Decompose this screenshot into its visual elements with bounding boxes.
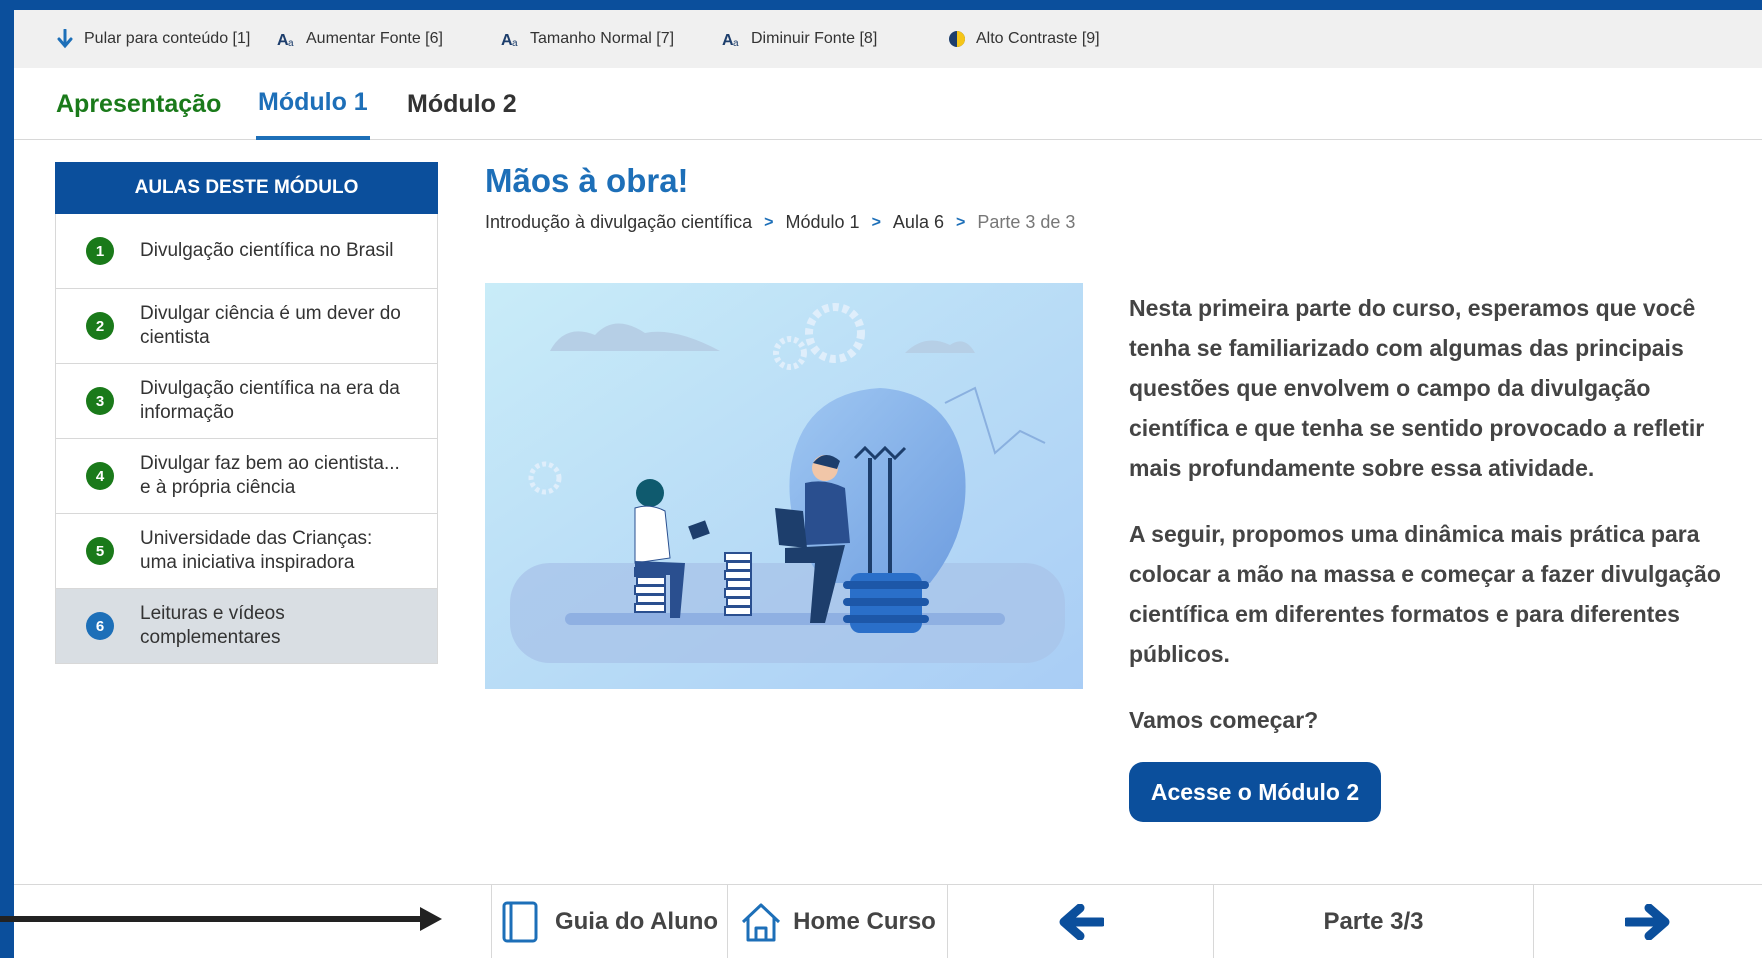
accessibility-bar: Pular para conteúdo [1] Aa Aumentar Font…	[14, 10, 1762, 68]
svg-text:a: a	[288, 38, 294, 48]
svg-text:a: a	[733, 38, 739, 48]
arrow-down-icon	[54, 28, 76, 50]
page-title: Mãos à obra!	[485, 162, 689, 199]
high-contrast-link[interactable]: Alto Contraste [9]	[946, 10, 1100, 68]
lesson-number-badge: 3	[86, 387, 114, 415]
chevron-right-icon: >	[871, 213, 881, 231]
font-normal-icon: Aa	[500, 28, 522, 50]
left-frame-bar	[0, 0, 14, 958]
sidebar-lesson-3[interactable]: 3 Divulgação científica na era da inform…	[55, 364, 438, 439]
breadcrumb-current: Parte 3 de 3	[977, 212, 1076, 232]
body-paragraph-3: Vamos começar?	[1129, 707, 1319, 733]
font-increase-icon: Aa	[276, 28, 298, 50]
lesson-label: Divulgação científica no Brasil	[140, 240, 394, 261]
lesson-number-badge: 2	[86, 312, 114, 340]
lesson-number-badge: 4	[86, 462, 114, 490]
lesson-number-badge: 5	[86, 537, 114, 565]
increase-font-label: Aumentar Fonte [6]	[306, 30, 443, 47]
sidebar-lesson-1[interactable]: 1 Divulgação científica no Brasil	[55, 214, 438, 289]
decrease-font-link[interactable]: Aa Diminuir Fonte [8]	[721, 10, 877, 68]
tab-apresentacao[interactable]: Apresentação	[56, 90, 221, 142]
lesson-number-badge: 1	[86, 237, 114, 265]
sidebar-lesson-4[interactable]: 4 Divulgar faz bem ao cientista... e à p…	[55, 439, 438, 514]
student-guide-button[interactable]: Guia do Aluno	[491, 885, 727, 958]
annotation-arrow-line	[0, 916, 428, 922]
arrow-left-icon	[1058, 904, 1104, 940]
next-page-button[interactable]	[1533, 885, 1762, 958]
tab-modulo-1[interactable]: Módulo 1	[256, 88, 370, 140]
skip-to-content-label: Pular para conteúdo [1]	[84, 30, 251, 47]
body-paragraph-1: Nesta primeira parte do curso, esperamos…	[1129, 295, 1705, 481]
lesson-label: Divulgar ciência é um dever do cientista	[140, 303, 401, 348]
decrease-font-label: Diminuir Fonte [8]	[751, 30, 878, 47]
lesson-label: Universidade das Crianças: uma iniciativ…	[140, 528, 373, 573]
course-home-label: Home Curso	[793, 908, 936, 935]
top-frame-bar	[0, 0, 1762, 10]
book-icon	[501, 900, 539, 944]
page-indicator: Parte 3/3	[1213, 885, 1533, 958]
lesson-label: Divulgação científica na era da informaç…	[140, 378, 400, 423]
lessons-sidebar: AULAS DESTE MÓDULO 1 Divulgação científi…	[55, 162, 438, 664]
lesson-illustration	[485, 283, 1083, 689]
course-home-button[interactable]: Home Curso	[727, 885, 947, 958]
increase-font-link[interactable]: Aa Aumentar Fonte [6]	[276, 10, 443, 68]
breadcrumb-lesson[interactable]: Aula 6	[893, 212, 944, 233]
tab-modulo-2[interactable]: Módulo 2	[407, 90, 517, 142]
breadcrumb-module[interactable]: Módulo 1	[786, 212, 860, 233]
previous-page-button[interactable]	[947, 885, 1213, 958]
lesson-number-badge: 6	[86, 612, 114, 640]
sidebar-lesson-5[interactable]: 5 Universidade das Crianças: uma iniciat…	[55, 514, 438, 589]
arrow-right-icon	[1625, 904, 1671, 940]
module-tabs: Apresentação Módulo 1 Módulo 2	[14, 68, 1762, 140]
font-decrease-icon: Aa	[721, 28, 743, 50]
contrast-icon	[946, 28, 968, 50]
sidebar-lesson-6[interactable]: 6 Leituras e vídeos complementares	[55, 589, 438, 664]
lesson-body: Nesta primeira parte do curso, esperamos…	[1129, 288, 1739, 766]
page-indicator-label: Parte 3/3	[1323, 908, 1424, 935]
svg-text:a: a	[512, 38, 518, 48]
home-icon	[739, 900, 783, 944]
normal-font-link[interactable]: Aa Tamanho Normal [7]	[500, 10, 674, 68]
student-guide-label: Guia do Aluno	[554, 908, 719, 935]
lesson-label: Leituras e vídeos complementares	[140, 603, 285, 648]
next-module-button[interactable]: Acesse o Módulo 2	[1129, 762, 1381, 822]
sidebar-title: AULAS DESTE MÓDULO	[55, 162, 438, 214]
chevron-right-icon: >	[764, 213, 774, 231]
sidebar-lesson-2[interactable]: 2 Divulgar ciência é um dever do cientis…	[55, 289, 438, 364]
body-paragraph-2: A seguir, propomos uma dinâmica mais prá…	[1129, 521, 1721, 667]
normal-font-label: Tamanho Normal [7]	[530, 30, 675, 47]
lesson-label: Divulgar faz bem ao cientista... e à pró…	[140, 453, 400, 498]
high-contrast-label: Alto Contraste [9]	[976, 30, 1100, 47]
chevron-right-icon: >	[955, 213, 966, 231]
annotation-arrow-head	[420, 907, 442, 931]
breadcrumb: Introdução à divulgação científica > Mód…	[485, 212, 1075, 233]
breadcrumb-course[interactable]: Introdução à divulgação científica	[485, 212, 752, 233]
skip-to-content-link[interactable]: Pular para conteúdo [1]	[54, 10, 250, 68]
